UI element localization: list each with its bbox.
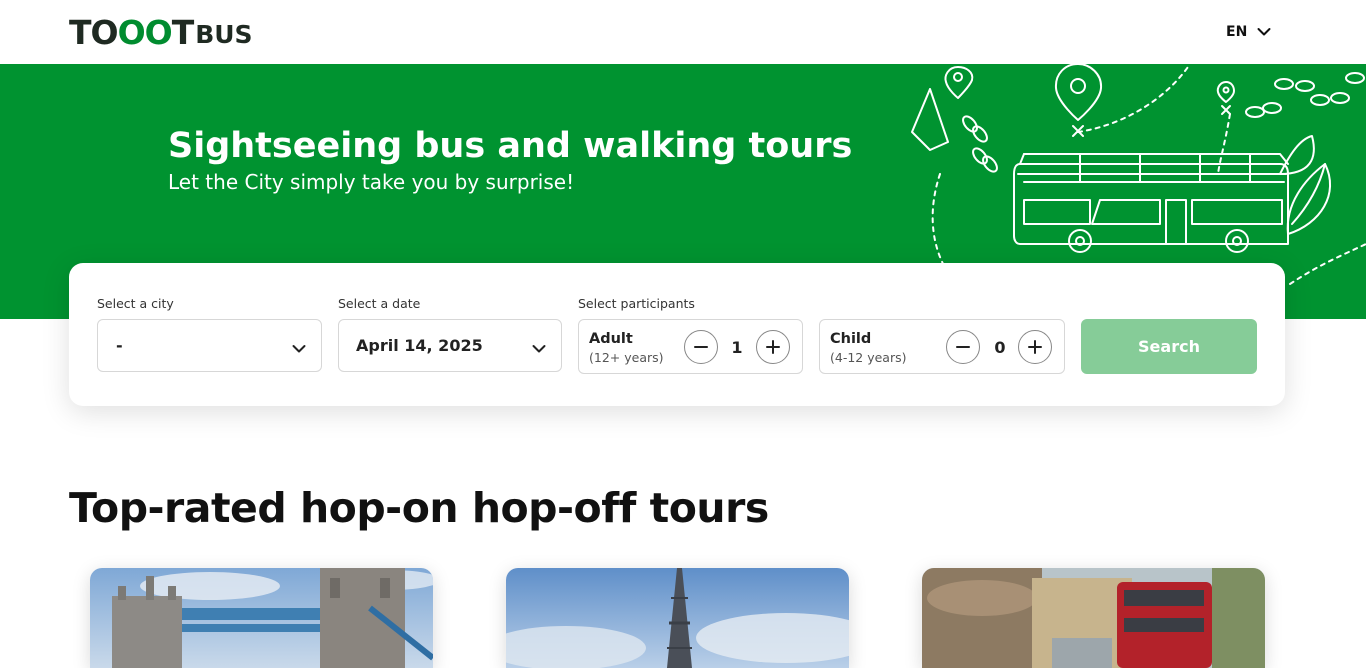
- adult-increment-button[interactable]: [756, 330, 790, 364]
- bath-red-bus-image: [922, 568, 1265, 668]
- tour-card-bath[interactable]: [922, 568, 1265, 668]
- date-label: Select a date: [338, 296, 421, 311]
- chevron-down-icon: [532, 339, 546, 358]
- child-decrement-button[interactable]: [946, 330, 980, 364]
- plus-icon: [1028, 340, 1042, 354]
- child-ages: (4-12 years): [830, 350, 907, 365]
- adult-count: 1: [731, 338, 743, 357]
- chevron-down-icon: [292, 339, 306, 358]
- city-value: -: [116, 336, 123, 355]
- language-selector[interactable]: EN: [1226, 22, 1271, 41]
- logo-bus-text: BUS: [195, 20, 253, 49]
- city-label: Select a city: [97, 296, 174, 311]
- tootbus-logo[interactable]: TOOOT BUS: [69, 14, 253, 50]
- section-title: Top-rated hop-on hop-off tours: [69, 484, 769, 532]
- search-button[interactable]: Search: [1081, 319, 1257, 374]
- language-label: EN: [1226, 23, 1248, 40]
- adult-participant-box: Adult (12+ years) 1: [578, 319, 803, 374]
- date-picker[interactable]: April 14, 2025: [338, 319, 562, 372]
- plus-icon: [766, 340, 780, 354]
- child-count: 0: [994, 338, 1006, 357]
- tour-card-london[interactable]: [90, 568, 433, 668]
- adult-title: Adult: [589, 331, 633, 347]
- minus-icon: [956, 346, 970, 348]
- date-value: April 14, 2025: [356, 336, 483, 355]
- child-title: Child: [830, 331, 872, 347]
- adult-ages: (12+ years): [589, 350, 664, 365]
- child-participant-box: Child (4-12 years) 0: [819, 319, 1065, 374]
- city-select[interactable]: -: [97, 319, 322, 372]
- hero-title: Sightseeing bus and walking tours: [168, 126, 853, 166]
- minus-icon: [694, 346, 708, 348]
- paris-eiffel-tower-image: [506, 568, 849, 668]
- tour-search-card: Select a city - Select a date April 14, …: [69, 263, 1285, 406]
- logo-wordmark: TOOOT: [69, 13, 194, 52]
- participants-label: Select participants: [578, 296, 695, 311]
- london-tower-bridge-image: [90, 568, 433, 668]
- adult-decrement-button[interactable]: [684, 330, 718, 364]
- tour-card-paris[interactable]: [506, 568, 849, 668]
- top-navigation-bar: TOOOT BUS EN: [0, 0, 1366, 64]
- child-increment-button[interactable]: [1018, 330, 1052, 364]
- hero-subtitle: Let the City simply take you by surprise…: [168, 170, 575, 194]
- chevron-down-icon: [1257, 22, 1271, 41]
